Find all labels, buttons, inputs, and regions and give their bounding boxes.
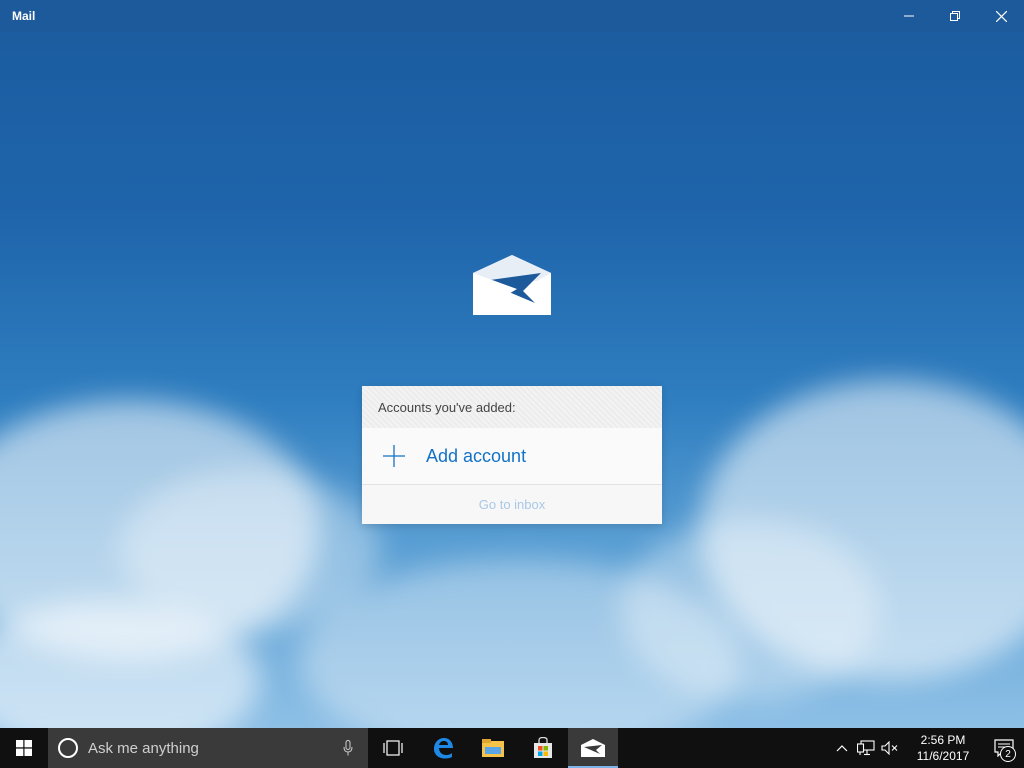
microphone-icon	[343, 740, 353, 756]
mail-logo-icon	[473, 255, 551, 315]
windows-logo-icon	[16, 740, 32, 756]
start-button[interactable]	[0, 728, 48, 768]
restore-icon	[950, 11, 960, 21]
add-account-label: Add account	[426, 445, 527, 466]
cortana-icon	[58, 738, 78, 758]
taskbar: Ask me anything 2:56 PM 11/6/2017 2	[0, 728, 1024, 768]
volume-button[interactable]	[878, 728, 902, 768]
file-explorer-button[interactable]	[468, 728, 518, 768]
plus-icon	[383, 445, 405, 467]
show-hidden-icons-button[interactable]	[830, 728, 854, 768]
volume-muted-icon	[881, 741, 898, 755]
edge-icon	[434, 738, 453, 759]
edge-button[interactable]	[418, 728, 468, 768]
store-button[interactable]	[518, 728, 568, 768]
action-center-button[interactable]: 2	[984, 728, 1024, 768]
go-to-inbox-button[interactable]: Go to inbox	[362, 485, 662, 523]
add-account-button[interactable]: Add account	[362, 428, 662, 485]
accounts-card: Accounts you've added: Add account Go to…	[362, 386, 662, 524]
minimize-icon	[904, 15, 914, 17]
title-bar: Mail	[0, 0, 1024, 32]
close-icon	[995, 10, 1007, 22]
file-explorer-icon	[482, 739, 504, 757]
mail-app-window: Mail Accounts you've added: Add account …	[0, 0, 1024, 728]
search-placeholder: Ask me anything	[88, 739, 199, 757]
search-box[interactable]: Ask me anything	[48, 728, 368, 768]
store-icon	[534, 737, 552, 758]
mail-icon	[581, 739, 605, 757]
chevron-up-icon	[836, 745, 848, 752]
network-button[interactable]	[854, 728, 878, 768]
task-view-button[interactable]	[368, 728, 418, 768]
task-view-icon	[383, 740, 403, 756]
app-title: Mail	[12, 9, 36, 23]
microphone-button[interactable]	[328, 740, 368, 756]
notification-count-badge: 2	[1000, 746, 1016, 762]
network-icon	[857, 740, 875, 756]
clock-time: 2:56 PM	[920, 733, 966, 747]
clock-date: 11/6/2017	[916, 749, 970, 763]
close-button[interactable]	[978, 0, 1024, 32]
mail-taskbar-button[interactable]	[568, 728, 618, 768]
minimize-button[interactable]	[886, 0, 932, 32]
restore-button[interactable]	[932, 0, 978, 32]
system-tray: 2:56 PM 11/6/2017 2	[830, 728, 1024, 768]
clock[interactable]: 2:56 PM 11/6/2017	[908, 732, 978, 764]
accounts-header: Accounts you've added:	[362, 386, 662, 428]
